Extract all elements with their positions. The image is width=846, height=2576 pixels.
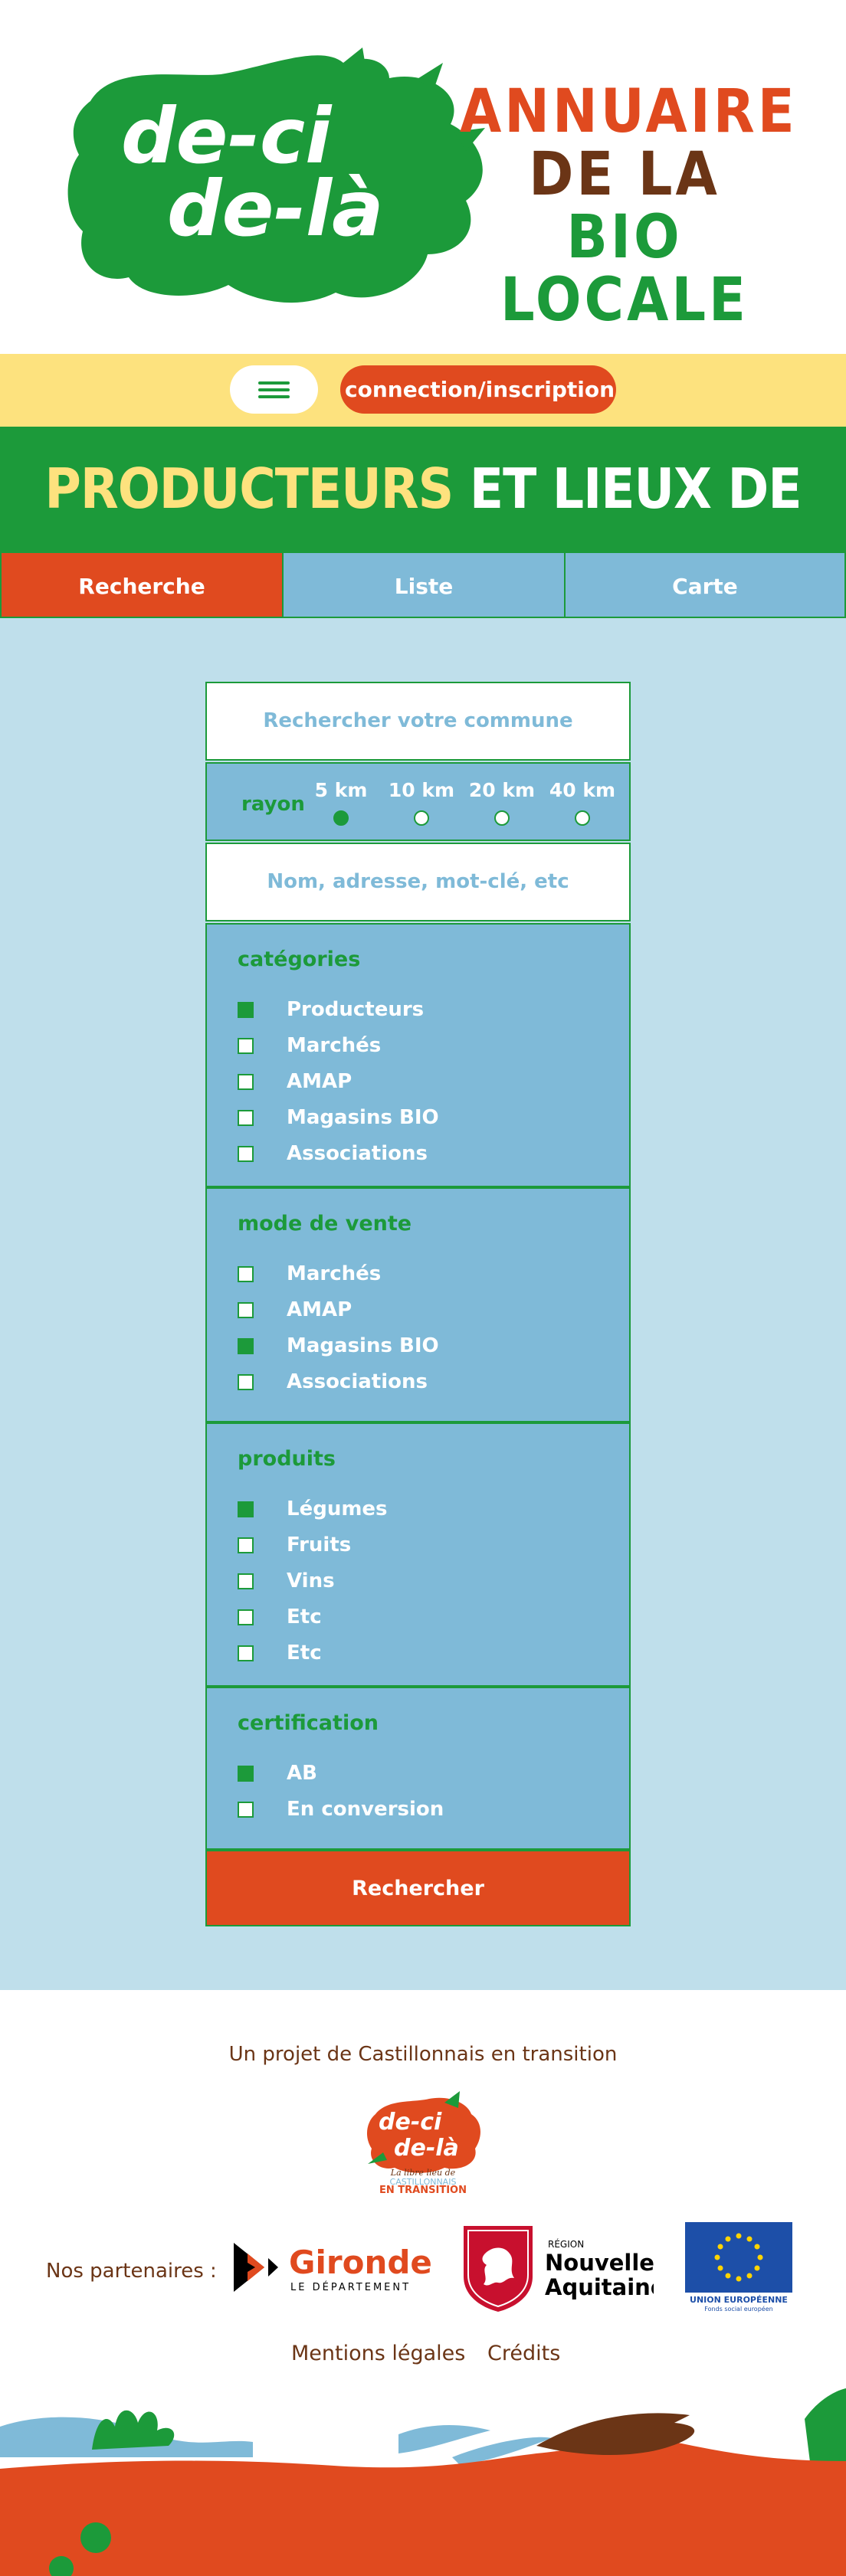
de-ci-de-la-logo[interactable]: de-ci de-là xyxy=(67,47,493,308)
checkbox[interactable] xyxy=(238,1338,254,1354)
checkbox-label: Marchés xyxy=(287,1262,382,1285)
checkbox-label: Etc xyxy=(287,1642,322,1664)
radius-option-40km[interactable]: 40 km xyxy=(548,779,617,826)
credits-link[interactable]: Crédits xyxy=(487,2342,560,2365)
checkbox-label: Fruits xyxy=(287,1533,352,1556)
radius-option-label: 20 km xyxy=(468,779,536,801)
tab-liste[interactable]: Liste xyxy=(282,552,566,618)
login-signup-button[interactable]: connection/inscription xyxy=(340,365,616,414)
svg-text:de-là: de-là xyxy=(394,2135,459,2162)
radius-label: rayon xyxy=(241,793,305,816)
checkbox[interactable] xyxy=(238,1802,254,1818)
checkbox[interactable] xyxy=(238,1609,254,1625)
checkbox-label: Magasins BIO xyxy=(287,1106,439,1129)
filter-title: catégories xyxy=(238,948,361,971)
checkbox[interactable] xyxy=(238,1266,254,1282)
annuaire-line-1: ANNUAIRE xyxy=(460,77,798,146)
filter-title: produits xyxy=(238,1447,336,1471)
radius-option-label: 10 km xyxy=(388,779,455,801)
svg-text:de-ci: de-ci xyxy=(379,2109,442,2136)
annuaire-line-3: BIO LOCALE xyxy=(500,203,749,335)
checkbox[interactable] xyxy=(238,1110,254,1126)
castillonnais-en-transition-logo[interactable]: de-ci de-là La libre lieu de CASTILLONNA… xyxy=(360,2091,486,2195)
checkbox[interactable] xyxy=(238,1645,254,1661)
svg-text:Gironde: Gironde xyxy=(289,2244,432,2281)
checkbox-label: AB xyxy=(287,1762,317,1785)
site-header: de-ci de-là ANNUAIRE DE LA BIO LOCALE xyxy=(0,0,846,354)
partners-label: Nos partenaires : xyxy=(46,2260,217,2283)
radius-option-20km[interactable]: 20 km xyxy=(467,779,536,826)
radio-dot[interactable] xyxy=(575,810,590,826)
hamburger-icon-line xyxy=(258,395,290,398)
checkbox-label: AMAP xyxy=(287,1298,352,1321)
filter-title: mode de vente xyxy=(238,1212,412,1236)
svg-text:Aquitaine: Aquitaine xyxy=(545,2274,654,2300)
checkbox-label: Marchés xyxy=(287,1034,382,1057)
svg-text:LE DÉPARTEMENT: LE DÉPARTEMENT xyxy=(290,2281,411,2293)
checkbox-label: En conversion xyxy=(287,1798,444,1821)
hamburger-icon xyxy=(258,381,290,385)
checkbox[interactable] xyxy=(238,1002,254,1018)
gironde-departement-logo[interactable]: Gironde LE DÉPARTEMENT xyxy=(234,2235,437,2300)
checkbox[interactable] xyxy=(238,1573,254,1589)
filter-categories: catégories Producteurs Marchés AMAP Maga… xyxy=(205,923,631,1187)
mentions-legales-link[interactable]: Mentions légales xyxy=(291,2342,465,2365)
checkbox[interactable] xyxy=(238,1766,254,1782)
checkbox[interactable] xyxy=(238,1302,254,1318)
keyword-search-input[interactable]: Nom, adresse, mot-clé, etc xyxy=(205,843,631,921)
radius-option-5km[interactable]: 5 km xyxy=(307,779,375,826)
radio-dot[interactable] xyxy=(414,810,429,826)
svg-text:RÉGION: RÉGION xyxy=(548,2238,584,2250)
filter-mode-de-vente: mode de vente Marchés AMAP Magasins BIO … xyxy=(205,1187,631,1422)
radius-option-10km[interactable]: 10 km xyxy=(387,779,456,826)
checkbox-label: Producteurs xyxy=(287,998,425,1021)
hamburger-icon-line xyxy=(258,388,290,391)
checkbox-label: Associations xyxy=(287,1142,428,1165)
radio-dot[interactable] xyxy=(333,810,349,826)
svg-text:Fonds social européen: Fonds social européen xyxy=(704,2305,772,2313)
commune-search-input[interactable]: Rechercher votre commune xyxy=(205,682,631,761)
tab-carte[interactable]: Carte xyxy=(564,552,846,618)
search-submit-button[interactable]: Rechercher xyxy=(205,1850,631,1926)
annuaire-title: ANNUAIRE DE LA BIO LOCALE xyxy=(460,77,798,335)
checkbox-label: Vins xyxy=(287,1569,335,1592)
annuaire-line-2: DE LA xyxy=(529,140,720,209)
radio-dot[interactable] xyxy=(494,810,510,826)
decorative-landscape xyxy=(0,2388,846,2576)
checkbox-label: Magasins BIO xyxy=(287,1334,439,1357)
page-title-part-1: PRODUCTEURS xyxy=(44,457,454,521)
tab-recherche[interactable]: Recherche xyxy=(0,552,284,618)
svg-text:UNION EUROPÉENNE: UNION EUROPÉENNE xyxy=(690,2295,788,2305)
project-credit: Un projet de Castillonnais en transition xyxy=(228,2043,618,2066)
checkbox[interactable] xyxy=(238,1074,254,1090)
filter-produits: produits Légumes Fruits Vins Etc Etc xyxy=(205,1422,631,1687)
filter-certification: certification AB En conversion xyxy=(205,1687,631,1850)
checkbox[interactable] xyxy=(238,1501,254,1517)
radius-option-label: 5 km xyxy=(314,779,368,801)
page-title: PRODUCTEURS ET LIEUX DE VENTE xyxy=(0,427,846,646)
checkbox-label: Légumes xyxy=(287,1497,388,1520)
checkbox[interactable] xyxy=(238,1537,254,1553)
svg-text:Nouvelle-: Nouvelle- xyxy=(545,2250,654,2276)
checkbox-label: Etc xyxy=(287,1605,322,1628)
checkbox-label: Associations xyxy=(287,1370,428,1393)
radius-selector: rayon 5 km 10 km 20 km 40 km xyxy=(205,762,631,841)
checkbox[interactable] xyxy=(238,1146,254,1162)
svg-text:EN TRANSITION: EN TRANSITION xyxy=(379,2185,467,2195)
checkbox-label: AMAP xyxy=(287,1070,352,1093)
nouvelle-aquitaine-logo[interactable]: RÉGION Nouvelle- Aquitaine xyxy=(462,2223,654,2313)
radius-option-label: 40 km xyxy=(549,779,616,801)
menu-button[interactable] xyxy=(230,365,318,414)
union-europeenne-logo[interactable]: UNION EUROPÉENNE Fonds social européen xyxy=(684,2222,793,2313)
checkbox[interactable] xyxy=(238,1038,254,1054)
checkbox[interactable] xyxy=(238,1374,254,1390)
filter-title: certification xyxy=(238,1711,379,1735)
svg-text:de-là: de-là xyxy=(167,164,384,254)
